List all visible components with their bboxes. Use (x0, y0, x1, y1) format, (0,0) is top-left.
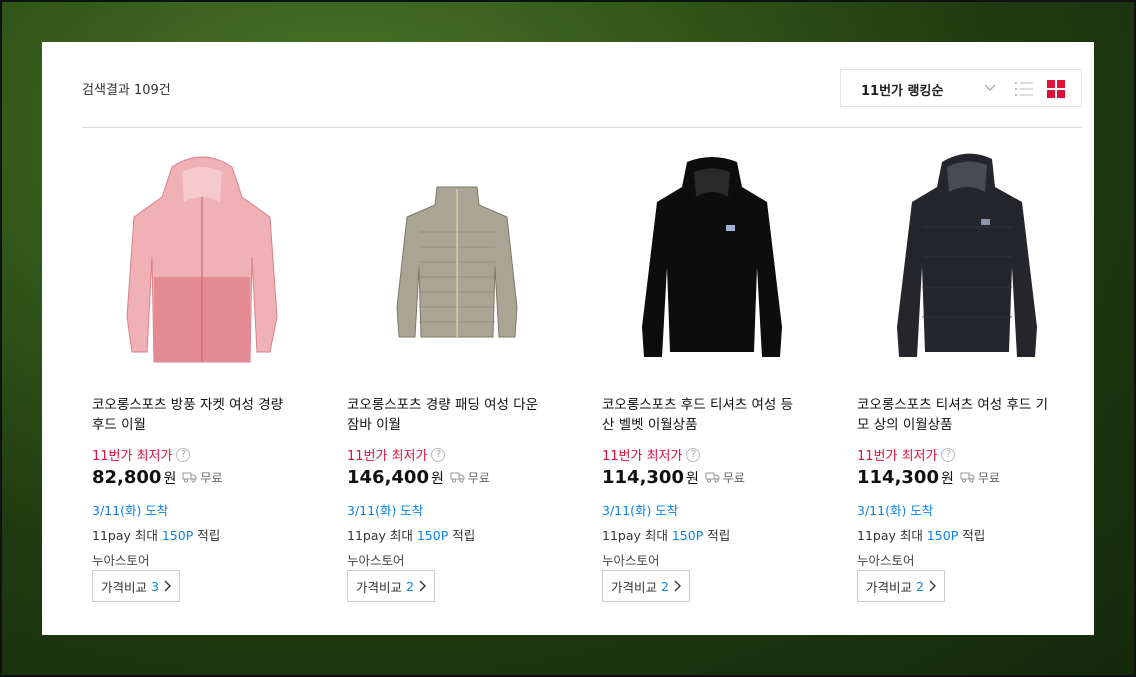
arrival-date: 3/11(화) 도착 (602, 503, 679, 518)
compare-price-button[interactable]: 가격비교 3 (92, 570, 180, 602)
seller-name[interactable]: 누아스토어 (347, 550, 405, 569)
truck-icon (182, 472, 197, 483)
best-price-label: 11번가 최저가 ? (602, 445, 701, 464)
chevron-right-icon (419, 580, 426, 592)
point-info: 11pay 최대 150P 적립 (857, 528, 986, 543)
arrival-date: 3/11(화) 도착 (857, 503, 934, 518)
seller-name[interactable]: 누아스토어 (602, 550, 660, 569)
product-title[interactable]: 코오롱스포츠 후드 티셔츠 여성 등 산 벨벳 이월상품 (602, 395, 828, 435)
search-results-panel: 검색결과 109건 11번가 랭킹순 코오롱스포츠 방풍 자켓 여성 경량 후드… (42, 42, 1094, 635)
grid-view-icon[interactable] (1047, 80, 1065, 98)
product-grid: 코오롱스포츠 방풍 자켓 여성 경량 후드 이월 11번가 최저가 ? 82,8… (92, 147, 1092, 607)
point-info: 11pay 최대 150P 적립 (347, 528, 476, 543)
chevron-down-icon (984, 84, 996, 91)
truck-icon (960, 472, 975, 483)
product-card[interactable]: 코오롱스포츠 후드 티셔츠 여성 등 산 벨벳 이월상품 11번가 최저가 ? … (602, 147, 832, 607)
compare-price-button[interactable]: 가격비교 2 (857, 570, 945, 602)
product-card[interactable]: 코오롱스포츠 방풍 자켓 여성 경량 후드 이월 11번가 최저가 ? 82,8… (92, 147, 322, 607)
product-image[interactable] (602, 147, 822, 387)
shipping-info: 무료 (960, 469, 1000, 486)
sort-dropdown[interactable]: 11번가 랭킹순 (840, 69, 1082, 107)
result-count: 검색결과 109건 (82, 83, 171, 98)
price: 114,300 원 무료 (602, 467, 745, 488)
divider (82, 127, 1082, 128)
arrival-date: 3/11(화) 도착 (92, 503, 169, 518)
question-icon[interactable]: ? (176, 447, 191, 462)
product-title[interactable]: 코오롱스포츠 방풍 자켓 여성 경량 후드 이월 (92, 395, 318, 435)
list-view-icon[interactable] (1015, 81, 1033, 97)
seller-name[interactable]: 누아스토어 (92, 550, 150, 569)
point-info: 11pay 최대 150P 적립 (92, 528, 221, 543)
price: 114,300 원 무료 (857, 467, 1000, 488)
question-icon[interactable]: ? (941, 447, 956, 462)
question-icon[interactable]: ? (686, 447, 701, 462)
price: 82,800 원 무료 (92, 467, 223, 488)
best-price-label: 11번가 최저가 ? (347, 445, 446, 464)
product-image[interactable] (92, 147, 312, 387)
product-image[interactable] (857, 147, 1077, 387)
price: 146,400 원 무료 (347, 467, 490, 488)
arrival-date: 3/11(화) 도착 (347, 503, 424, 518)
truck-icon (705, 472, 720, 483)
product-title[interactable]: 코오롱스포츠 티셔츠 여성 후드 기 모 상의 이월상품 (857, 395, 1083, 435)
best-price-label: 11번가 최저가 ? (857, 445, 956, 464)
truck-icon (450, 472, 465, 483)
compare-price-button[interactable]: 가격비교 2 (602, 570, 690, 602)
compare-price-button[interactable]: 가격비교 2 (347, 570, 435, 602)
best-price-label: 11번가 최저가 ? (92, 445, 191, 464)
chevron-right-icon (164, 580, 171, 592)
question-icon[interactable]: ? (431, 447, 446, 462)
shipping-info: 무료 (182, 469, 222, 486)
product-title[interactable]: 코오롱스포츠 경량 패딩 여성 다운 잠바 이월 (347, 395, 573, 435)
product-card[interactable]: 코오롱스포츠 티셔츠 여성 후드 기 모 상의 이월상품 11번가 최저가 ? … (857, 147, 1087, 607)
sort-selected-label: 11번가 랭킹순 (861, 84, 944, 99)
chevron-right-icon (929, 580, 936, 592)
seller-name[interactable]: 누아스토어 (857, 550, 915, 569)
chevron-right-icon (674, 580, 681, 592)
shipping-info: 무료 (450, 469, 490, 486)
shipping-info: 무료 (705, 469, 745, 486)
product-card[interactable]: 코오롱스포츠 경량 패딩 여성 다운 잠바 이월 11번가 최저가 ? 146,… (347, 147, 577, 607)
product-image[interactable] (347, 147, 567, 387)
point-info: 11pay 최대 150P 적립 (602, 528, 731, 543)
